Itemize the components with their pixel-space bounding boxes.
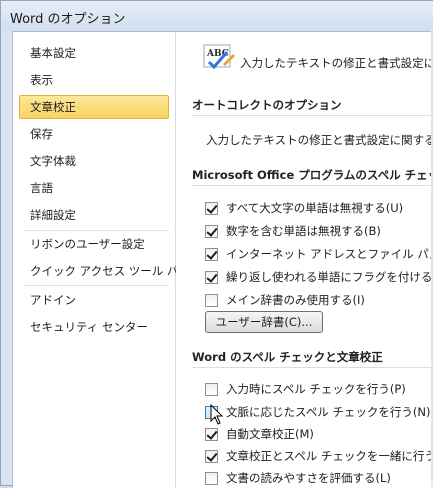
option-flag-repeated[interactable]: 繰り返し使われる単語にフラグを付ける(R) xyxy=(205,267,433,287)
checkbox[interactable] xyxy=(205,224,218,238)
option-auto-grammar[interactable]: 自動文章校正(M) xyxy=(205,424,314,444)
option-contextual-spelling[interactable]: 文脈に応じたスペル チェックを行う(N) xyxy=(205,402,430,422)
option-ignore-internet-paths[interactable]: インターネット アドレスとファイル パスは無視す xyxy=(205,244,433,264)
title-bar[interactable]: Word のオプション xyxy=(1,1,433,31)
option-label: インターネット アドレスとファイル パスは無視す xyxy=(226,247,433,261)
sidebar: 基本設定 表示 文章校正 保存 文字体裁 言語 詳細設定 リボンのユーザー設定 … xyxy=(13,32,190,488)
dialog-body: 基本設定 表示 文章校正 保存 文字体裁 言語 詳細設定 リボンのユーザー設定 … xyxy=(12,31,433,488)
option-label: 入力時にスペル チェックを行う(P) xyxy=(226,382,406,396)
word-spell-header: Word のスペル チェックと文章校正 xyxy=(188,346,433,368)
option-readability-stats[interactable]: 文書の読みやすさを評価する(L) xyxy=(205,468,391,488)
option-label: 数字を含む単語は無視する(B) xyxy=(226,224,381,238)
sidebar-item-display[interactable]: 表示 xyxy=(19,68,169,92)
abc-check-icon: ABC xyxy=(203,44,235,70)
sidebar-item-qat[interactable]: クイック アクセス ツール バー xyxy=(19,259,190,283)
checkbox[interactable] xyxy=(205,471,218,485)
option-main-dictionary-only[interactable]: メイン辞書のみ使用する(I) xyxy=(205,290,365,310)
sidebar-divider xyxy=(23,230,169,231)
option-label: 文書の読みやすさを評価する(L) xyxy=(226,471,391,485)
mouse-cursor-icon xyxy=(210,404,224,425)
option-label: すべて大文字の単語は無視する(U) xyxy=(226,201,404,215)
window-title: Word のオプション xyxy=(10,12,126,27)
sidebar-item-save[interactable]: 保存 xyxy=(19,122,169,146)
option-ignore-numbers[interactable]: 数字を含む単語は無視する(B) xyxy=(205,221,381,241)
checkbox[interactable] xyxy=(205,382,218,396)
sidebar-item-advanced[interactable]: 詳細設定 xyxy=(19,203,169,227)
sidebar-item-ribbon[interactable]: リボンのユーザー設定 xyxy=(19,232,169,256)
checkbox[interactable] xyxy=(205,247,218,261)
option-grammar-with-spelling[interactable]: 文章校正とスペル チェックを一緒に行う(H) xyxy=(205,446,433,466)
option-label: 繰り返し使われる単語にフラグを付ける(R) xyxy=(226,270,433,284)
sidebar-item-typography[interactable]: 文字体裁 xyxy=(19,149,169,173)
sidebar-item-trust-center[interactable]: セキュリティ センター xyxy=(19,315,169,339)
option-label: 自動文章校正(M) xyxy=(226,427,314,441)
sidebar-divider xyxy=(23,285,169,286)
custom-dictionaries-button[interactable]: ユーザー辞書(C)... xyxy=(205,311,323,333)
checkbox[interactable] xyxy=(205,427,218,441)
checkbox[interactable] xyxy=(205,270,218,284)
office-spell-header: Microsoft Office プログラムのスペル チェック xyxy=(188,164,433,186)
options-dialog: Word のオプション 基本設定 表示 文章校正 保存 文字体裁 言語 詳細設定… xyxy=(0,0,433,488)
option-label: 文章校正とスペル チェックを一緒に行う(H) xyxy=(226,449,433,463)
proofing-intro-text: 入力したテキストの修正と書式設定に関 xyxy=(240,56,433,70)
checkbox[interactable] xyxy=(205,201,218,215)
sidebar-item-addins[interactable]: アドイン xyxy=(19,288,169,312)
checkbox[interactable] xyxy=(205,293,218,307)
checkbox[interactable] xyxy=(205,449,218,463)
option-check-spelling-as-type[interactable]: 入力時にスペル チェックを行う(P) xyxy=(205,379,406,399)
option-ignore-uppercase[interactable]: すべて大文字の単語は無視する(U) xyxy=(205,198,403,218)
autocorrect-header: オートコレクトのオプション xyxy=(188,94,433,116)
autocorrect-description: 入力したテキストの修正と書式設定に関するオプ xyxy=(206,133,433,147)
option-label: 文脈に応じたスペル チェックを行う(N) xyxy=(226,405,431,419)
sidebar-item-proofing[interactable]: 文章校正 xyxy=(19,95,169,119)
main-content: ABC 入力したテキストの修正と書式設定に関 オートコレクトのオプション 入力し… xyxy=(176,32,433,488)
sidebar-item-basic[interactable]: 基本設定 xyxy=(19,41,169,65)
sidebar-item-language[interactable]: 言語 xyxy=(19,176,169,200)
option-label: メイン辞書のみ使用する(I) xyxy=(226,293,365,307)
